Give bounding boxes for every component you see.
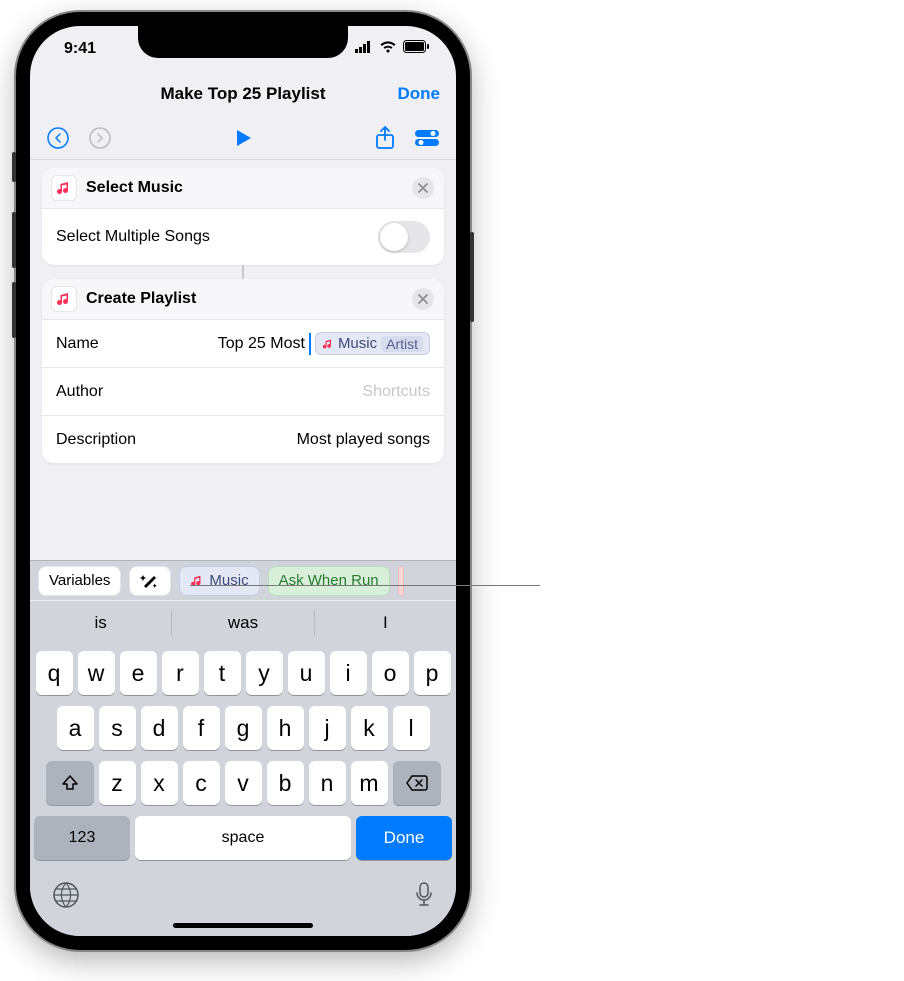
author-field[interactable]: Shortcuts [113, 383, 430, 401]
action-title: Create Playlist [86, 290, 402, 308]
status-time: 9:41 [64, 40, 96, 58]
magic-variable-button[interactable] [129, 566, 171, 596]
key-h[interactable]: h [267, 706, 304, 750]
key-f[interactable]: f [183, 706, 220, 750]
settings-button[interactable] [414, 128, 440, 148]
key-s[interactable]: s [99, 706, 136, 750]
callout-line [190, 585, 540, 586]
text-cursor [309, 333, 311, 355]
battery-icon [403, 40, 430, 58]
keyboard: is was I q w e r t y u i o p a [30, 601, 456, 936]
variable-bar: Variables Music Ask When Run [30, 560, 456, 600]
wifi-icon [379, 40, 397, 58]
key-a[interactable]: a [57, 706, 94, 750]
share-button[interactable] [374, 125, 396, 151]
key-x[interactable]: x [141, 761, 178, 805]
shift-key[interactable] [46, 761, 94, 805]
suggestion[interactable]: was [172, 610, 314, 636]
music-app-icon [52, 176, 76, 200]
author-label: Author [56, 383, 103, 401]
suggestion-bar: is was I [30, 601, 456, 645]
play-button[interactable] [233, 128, 253, 148]
key-c[interactable]: c [183, 761, 220, 805]
name-label: Name [56, 335, 99, 353]
close-icon[interactable] [412, 288, 434, 310]
emoji-key[interactable] [52, 881, 80, 914]
toolbar [30, 116, 456, 160]
backspace-key[interactable] [393, 761, 441, 805]
key-t[interactable]: t [204, 651, 241, 695]
key-o[interactable]: o [372, 651, 409, 695]
close-icon[interactable] [412, 177, 434, 199]
ask-when-run-pill[interactable]: Ask When Run [268, 566, 390, 596]
undo-button[interactable] [46, 126, 70, 150]
music-app-icon [52, 287, 76, 311]
dictation-key[interactable] [414, 881, 434, 914]
key-u[interactable]: u [288, 651, 325, 695]
key-z[interactable]: z [99, 761, 136, 805]
clipboard-variable-pill[interactable] [398, 566, 404, 596]
home-indicator[interactable] [173, 923, 313, 928]
key-g[interactable]: g [225, 706, 262, 750]
music-variable-pill[interactable]: Music [179, 566, 259, 596]
page-title: Make Top 25 Playlist [160, 84, 325, 104]
key-p[interactable]: p [414, 651, 451, 695]
done-button[interactable]: Done [398, 84, 441, 104]
key-b[interactable]: b [267, 761, 304, 805]
suggestion[interactable]: is [30, 610, 172, 636]
connector-line [42, 265, 444, 279]
key-q[interactable]: q [36, 651, 73, 695]
key-d[interactable]: d [141, 706, 178, 750]
notch [138, 26, 348, 58]
key-j[interactable]: j [309, 706, 346, 750]
status-right [355, 40, 430, 58]
key-y[interactable]: y [246, 651, 283, 695]
variables-button[interactable]: Variables [38, 566, 121, 596]
key-e[interactable]: e [120, 651, 157, 695]
key-l[interactable]: l [393, 706, 430, 750]
description-field[interactable]: Most played songs [146, 431, 430, 449]
keyboard-done-key[interactable]: Done [356, 816, 452, 860]
key-m[interactable]: m [351, 761, 388, 805]
key-r[interactable]: r [162, 651, 199, 695]
nav-bar: Make Top 25 Playlist Done [30, 72, 456, 116]
suggestion[interactable]: I [315, 610, 456, 636]
action-title: Select Music [86, 179, 402, 197]
select-multiple-switch[interactable] [378, 221, 430, 253]
music-variable-token[interactable]: Music Artist [315, 332, 430, 355]
select-multiple-label: Select Multiple Songs [56, 228, 210, 246]
key-n[interactable]: n [309, 761, 346, 805]
description-label: Description [56, 431, 136, 449]
space-key[interactable]: space [135, 816, 351, 860]
action-create-playlist: Create Playlist Name Top 25 Most Music A… [42, 279, 444, 463]
key-i[interactable]: i [330, 651, 367, 695]
number-key[interactable]: 123 [34, 816, 130, 860]
signal-icon [355, 40, 373, 58]
action-select-music: Select Music Select Multiple Songs [42, 168, 444, 265]
name-field[interactable]: Top 25 Most Music Artist [109, 332, 430, 355]
key-k[interactable]: k [351, 706, 388, 750]
redo-button [88, 126, 112, 150]
key-w[interactable]: w [78, 651, 115, 695]
key-v[interactable]: v [225, 761, 262, 805]
